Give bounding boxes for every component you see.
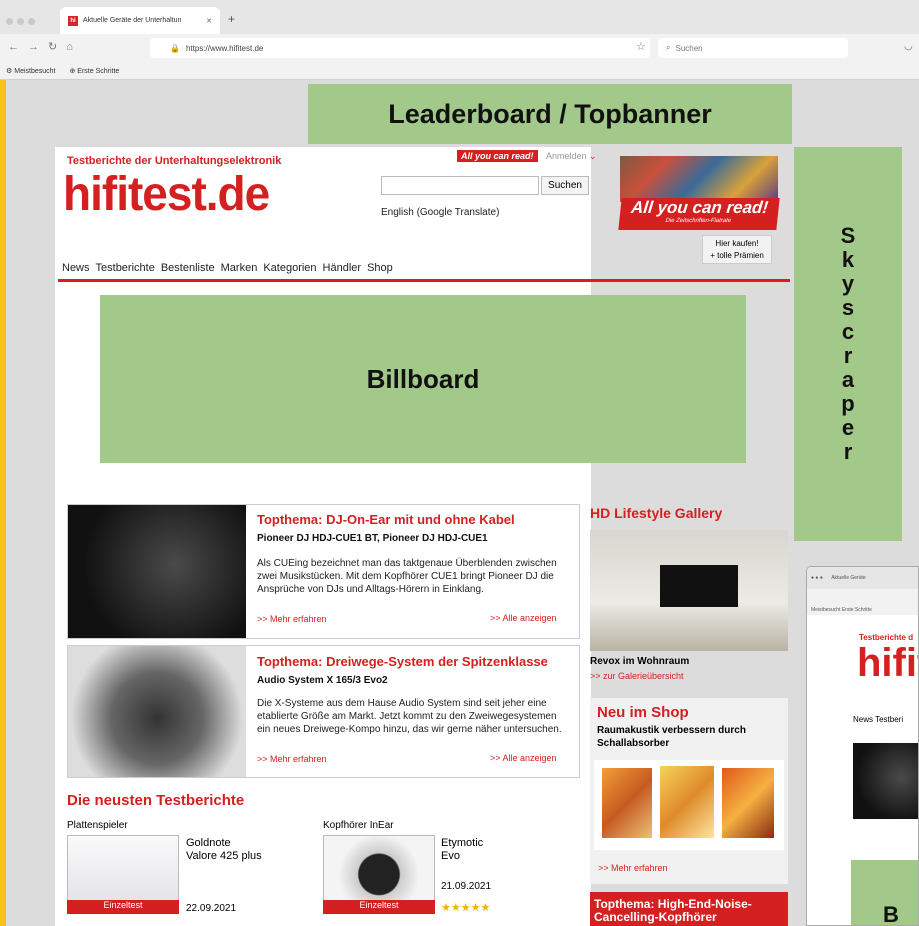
url-text: https://www.hifitest.de — [185, 43, 264, 53]
back-icon[interactable]: ← — [8, 41, 28, 53]
browser-search-placeholder: Suchen — [675, 43, 703, 53]
reload-icon[interactable]: ↻ — [48, 41, 66, 53]
earphones-image[interactable] — [323, 835, 435, 901]
headphones-image[interactable] — [68, 505, 246, 638]
magazine-banner[interactable]: All you can read! Die Zeitschriften-Flat… — [618, 198, 780, 230]
site-search-input[interactable] — [381, 176, 539, 195]
mini-tab-bar: ● ● ● Aktuelle Geräte — [807, 567, 918, 589]
search-icon: ⌕ — [666, 43, 671, 52]
topic-2-subtitle: Audio System X 165/3 Evo2 — [257, 675, 388, 686]
topic-2-all-link[interactable]: >> Alle anzeigen — [490, 753, 557, 763]
gallery-link[interactable]: >> zur Galerieübersicht — [590, 671, 684, 681]
nav-kategorien[interactable]: Kategorien — [263, 262, 316, 274]
topic-2-title[interactable]: Topthema: Dreiwege-System der Spitzenkla… — [257, 654, 548, 669]
mini-nav: News Testberi — [853, 715, 904, 724]
skyscraper-ad: Skyscraper — [794, 147, 902, 541]
site-logo[interactable]: hifitest.de — [63, 165, 270, 222]
topic-2-text: Die X-Systeme aus dem Hause Audio System… — [257, 698, 562, 735]
leaderboard-ad: Leaderboard / Topbanner — [308, 84, 792, 144]
promo-tag[interactable]: All you can read! — [457, 150, 538, 162]
latest-heading: Die neusten Testberichte — [67, 792, 245, 809]
topic-1-subtitle: Pioneer DJ HDJ-CUE1 BT, Pioneer DJ HDJ-C… — [257, 533, 488, 544]
nav-shop[interactable]: Shop — [367, 262, 393, 274]
absorber-image[interactable] — [594, 760, 784, 850]
mini-headphones-image — [853, 743, 918, 819]
chevron-down-icon: ⌄ — [589, 151, 597, 161]
nav-bestenliste[interactable]: Bestenliste — [161, 262, 215, 274]
site-favicon-icon: hi — [68, 15, 78, 26]
login-link[interactable]: Anmelden ⌄ — [546, 151, 597, 162]
home-icon[interactable]: ⌂ — [66, 41, 82, 53]
site-search-button[interactable]: Suchen — [541, 176, 589, 195]
latest-2-category: Kopfhörer InEar — [323, 820, 394, 831]
mini-screenshot: ● ● ● Aktuelle Geräte Meistbesucht Erste… — [806, 566, 919, 926]
latest-1-badge[interactable]: Einzeltest — [67, 900, 179, 914]
latest-1-category: Plattenspieler — [67, 820, 128, 831]
gallery-title[interactable]: HD Lifestyle Gallery — [590, 505, 722, 521]
magazine-stack-image[interactable] — [620, 156, 778, 202]
buy-button[interactable]: Hier kaufen! + tolle Prämien — [702, 235, 772, 264]
nav-haendler[interactable]: Händler — [323, 262, 362, 274]
shop-title: Neu im Shop — [597, 704, 689, 721]
mini-bookmarks: Meistbesucht Erste Schritte — [807, 589, 918, 615]
speaker-image[interactable] — [68, 646, 246, 777]
main-nav: News Testberichte Bestenliste Marken Kat… — [62, 262, 393, 274]
topic-2-more-link[interactable]: >> Mehr erfahren — [257, 754, 327, 764]
shop-more-link[interactable]: >> Mehr erfahren — [598, 863, 668, 873]
window-controls[interactable] — [6, 12, 39, 30]
translate-link[interactable]: English (Google Translate) — [381, 207, 499, 218]
browser-tab[interactable]: hi Aktuelle Geräte der Unterhaltun ✕ — [60, 7, 220, 34]
sidebar-bottom-topic[interactable]: Topthema: High-End-Noise-Cancelling-Kopf… — [590, 892, 788, 926]
mini-logo: hifit — [857, 641, 918, 685]
latest-2-name[interactable]: Etymotic Evo — [441, 837, 483, 863]
bookmarks-toolbar: ⚙ Meistbesucht ⊕ Erste Schritte — [0, 62, 119, 80]
url-bar[interactable]: 🔒 https://www.hifitest.de — [150, 38, 650, 58]
forward-icon[interactable]: → — [28, 41, 48, 53]
bookmark-erste-schritte[interactable]: ⊕ Erste Schritte — [69, 67, 119, 75]
nav-marken[interactable]: Marken — [221, 262, 258, 274]
nav-underline — [58, 279, 790, 282]
topic-1-all-link[interactable]: >> Alle anzeigen — [490, 613, 557, 623]
topic-1-title[interactable]: Topthema: DJ-On-Ear mit und ohne Kabel — [257, 512, 515, 527]
lock-icon: 🔒 — [170, 43, 180, 53]
new-tab-icon[interactable]: + — [228, 12, 235, 26]
tab-close-icon[interactable]: ✕ — [206, 17, 212, 25]
living-room-image[interactable] — [590, 530, 788, 651]
nav-testberichte[interactable]: Testberichte — [96, 262, 155, 274]
nav-buttons[interactable]: ←→↻⌂ — [8, 40, 82, 53]
bookmark-star-icon[interactable]: ☆ — [636, 40, 646, 53]
nav-news[interactable]: News — [62, 262, 90, 274]
browser-search-input[interactable]: ⌕ Suchen — [658, 38, 848, 58]
topic-1-more-link[interactable]: >> Mehr erfahren — [257, 614, 327, 624]
shop-text[interactable]: Raumakustik verbessern durch Schallabsor… — [597, 724, 777, 750]
gallery-caption[interactable]: Revox im Wohnraum — [590, 656, 689, 667]
bookmark-meistbesucht[interactable]: ⚙ Meistbesucht — [6, 67, 55, 75]
mini-billboard-ad: B — [851, 860, 918, 925]
latest-2-date: 21.09.2021 — [441, 881, 492, 892]
latest-1-date: 22.09.2021 — [186, 903, 237, 914]
latest-2-badge[interactable]: Einzeltest — [323, 900, 435, 914]
billboard-ad: Billboard — [100, 295, 746, 463]
tab-title: Aktuelle Geräte der Unterhaltun — [83, 17, 182, 24]
turntable-image[interactable] — [67, 835, 179, 901]
topic-1-text: Als CUEing bezeichnet man das taktgenaue… — [257, 558, 557, 595]
latest-2-stars: ★★★★★ — [441, 902, 491, 914]
pocket-icon[interactable]: ◡ — [904, 41, 913, 52]
latest-1-name[interactable]: Goldnote Valore 425 plus — [186, 837, 262, 863]
